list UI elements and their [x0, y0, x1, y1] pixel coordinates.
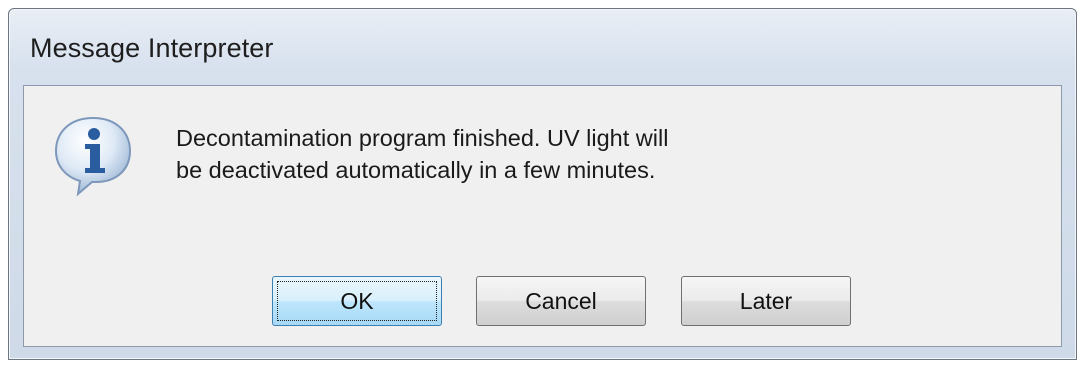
dialog-content: Decontamination program finished. UV lig…: [23, 85, 1062, 347]
later-button-label: Later: [739, 288, 793, 314]
message-dialog: Message Interpreter Decontamination prog…: [8, 8, 1077, 360]
title-bar[interactable]: Message Interpreter: [9, 9, 1076, 85]
message-line-1: Decontamination program finished. UV lig…: [176, 125, 669, 151]
ok-button-label: OK: [340, 288, 374, 314]
message-text: Decontamination program finished. UV lig…: [176, 122, 668, 186]
message-line-2: be deactivated automatically in a few mi…: [176, 157, 656, 183]
cancel-button-label: Cancel: [525, 288, 597, 314]
window-title: Message Interpreter: [30, 33, 274, 63]
ok-button[interactable]: OK: [272, 276, 442, 326]
later-button[interactable]: Later: [681, 276, 851, 326]
cancel-button[interactable]: Cancel: [476, 276, 646, 326]
information-icon: [50, 112, 136, 198]
